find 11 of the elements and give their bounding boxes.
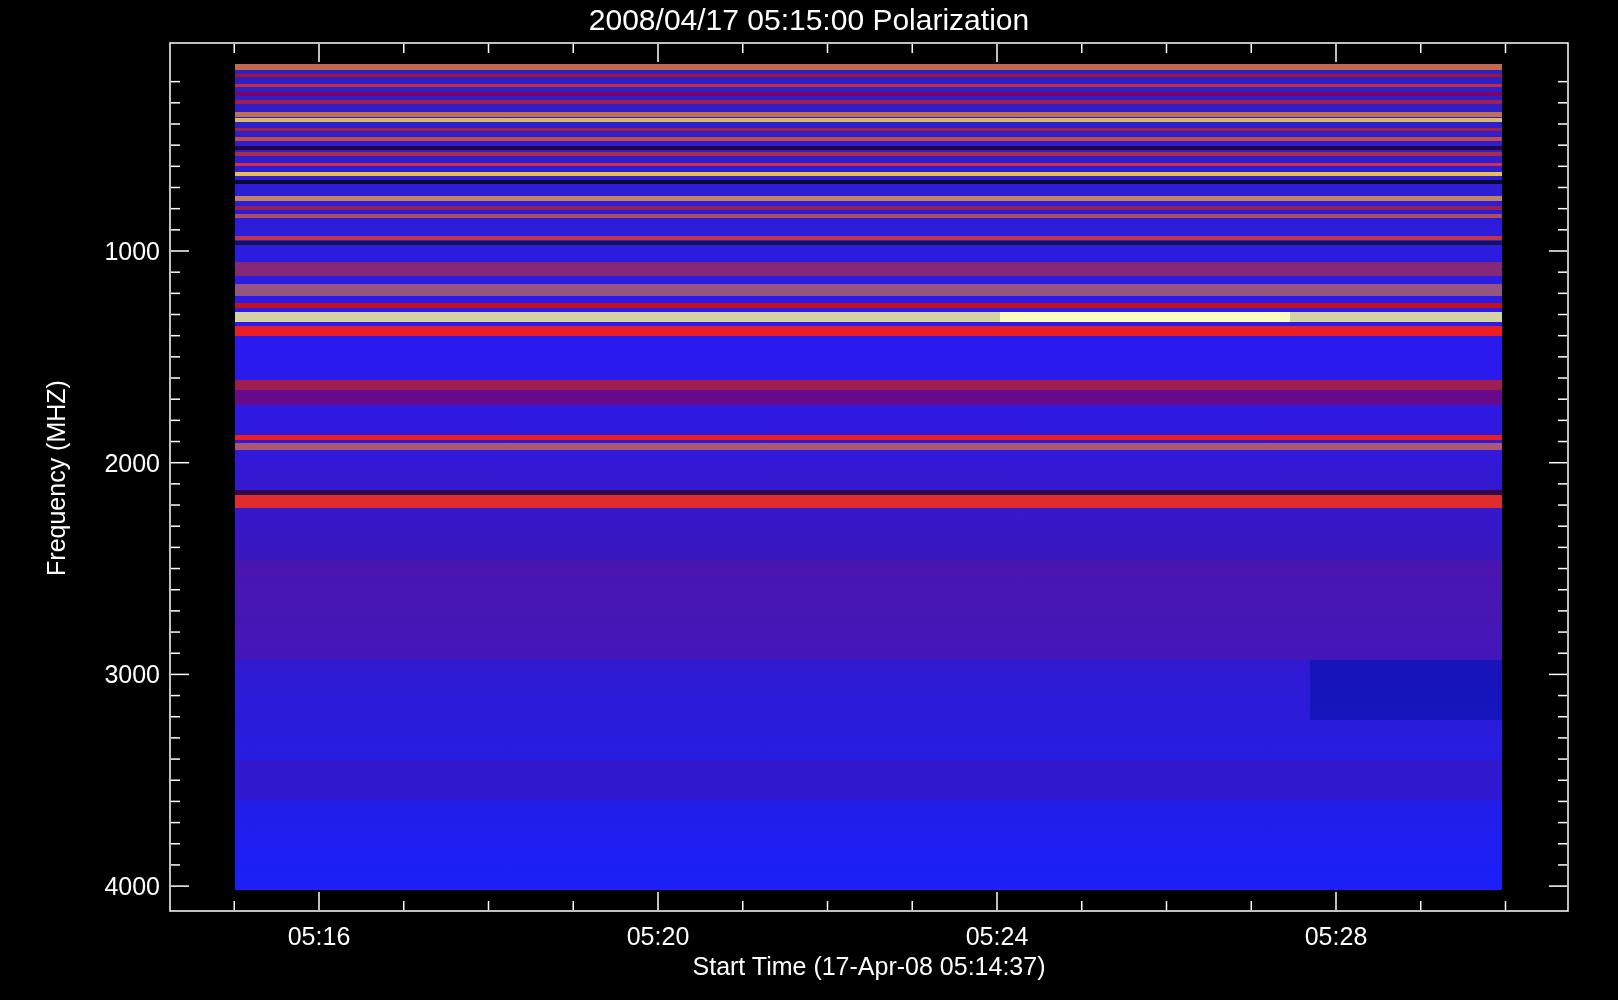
x-tick-label: 05:16	[287, 922, 351, 950]
plot-title: 2008/04/17 05:15:00 Polarization	[588, 3, 1030, 36]
x-tick-label: 05:20	[626, 922, 690, 950]
x-tick-label: 05:24	[965, 922, 1029, 950]
y-axis-title: Frequency (MHZ)	[42, 380, 70, 576]
y-tick-label: 4000	[104, 872, 160, 901]
x-tick-label: 05:28	[1304, 922, 1368, 950]
x-axis-title: Start Time (17-Apr-08 05:14:37)	[692, 952, 1046, 980]
y-tick-label: 2000	[104, 448, 160, 477]
y-tick-label: 3000	[104, 660, 160, 689]
y-tick-label: 1000	[104, 237, 160, 265]
